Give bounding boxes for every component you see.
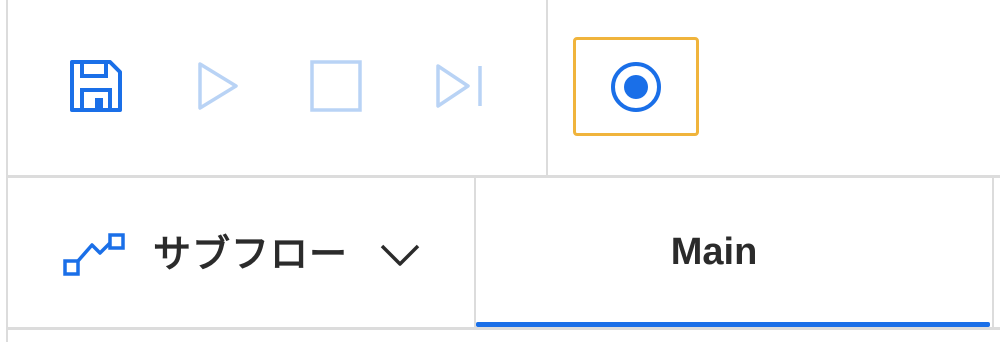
run-button[interactable]: [188, 56, 248, 116]
window-left-edge: [0, 0, 8, 342]
play-icon: [198, 62, 238, 110]
step-icon: [436, 64, 482, 108]
toolbar-divider: [546, 0, 548, 175]
designer-toolbar: [8, 0, 1000, 178]
subflows-dropdown[interactable]: サブフロー: [8, 178, 474, 327]
subflow-icon: [63, 233, 125, 276]
flow-designer-window: サブフロー Main: [0, 0, 1000, 342]
run-next-action-button[interactable]: [430, 56, 490, 116]
tab-right-divider: [992, 178, 994, 327]
flow-tab-strip: サブフロー Main: [8, 178, 1000, 330]
recorder-button[interactable]: [573, 37, 699, 136]
stop-icon: [310, 60, 362, 112]
tab-main-label: Main: [670, 231, 758, 273]
subflows-label: サブフロー: [153, 234, 349, 276]
record-icon: [611, 61, 661, 112]
save-icon: [70, 60, 122, 112]
stop-button[interactable]: [306, 56, 366, 116]
active-tab-indicator: [476, 322, 990, 327]
chevron-down-icon: [380, 244, 420, 266]
tab-main[interactable]: Main: [476, 178, 992, 327]
save-button[interactable]: [66, 56, 126, 116]
